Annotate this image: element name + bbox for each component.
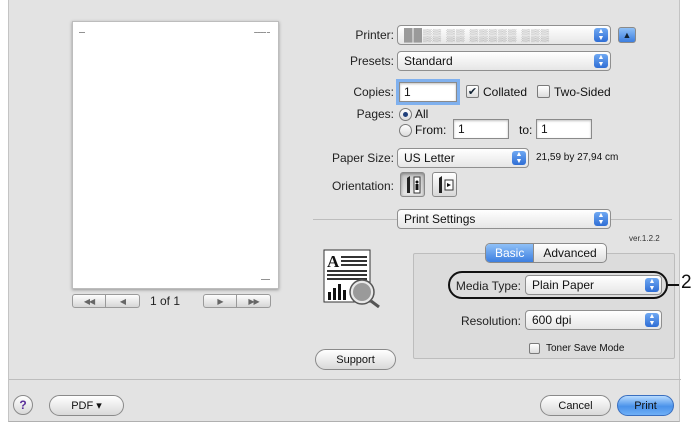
tab-advanced[interactable]: Advanced — [533, 244, 605, 262]
print-preview: ▬▬ ▬▬▬▬ ▬ ▬▬▬ — [72, 21, 279, 289]
last-page-button[interactable]: ▶▶ — [237, 294, 271, 308]
print-button[interactable]: Print — [617, 395, 674, 416]
pdf-menu-button[interactable]: PDF ▾ — [49, 395, 124, 416]
settings-tab-panel — [413, 253, 675, 359]
settings-tabs: Basic Advanced — [485, 243, 607, 263]
preview-nav-forward: ▶ ▶▶ — [203, 294, 271, 308]
svg-text:A: A — [327, 252, 340, 271]
expand-dialog-button[interactable]: ▲ — [618, 27, 636, 43]
resolution-popup[interactable]: 600 dpi ▲ ▼ — [525, 310, 662, 330]
first-page-button[interactable]: ◀◀ — [72, 294, 106, 308]
portrait-orientation-button[interactable] — [400, 172, 425, 197]
popup-arrows-icon: ▲ ▼ — [594, 212, 608, 226]
portrait-orientation-icon — [406, 175, 420, 193]
presets-popup[interactable]: Standard ▲ ▼ — [397, 51, 611, 71]
pages-all-label: All — [415, 107, 429, 121]
paper-size-popup[interactable]: US Letter ▲ ▼ — [397, 148, 529, 168]
pages-to-field[interactable]: 1 — [536, 119, 592, 139]
collated-label: Collated — [483, 85, 528, 99]
popup-arrows-icon: ▲ ▼ — [645, 313, 659, 327]
pages-all-radio[interactable] — [399, 108, 412, 121]
resolution-label: Resolution: — [460, 314, 521, 328]
presets-value: Standard — [404, 54, 453, 68]
resolution-value: 600 dpi — [532, 313, 572, 327]
callout-number: 2 — [681, 272, 692, 293]
footer-separator — [9, 379, 681, 380]
landscape-orientation-button[interactable] — [432, 172, 457, 197]
printer-name: ██▒▒ ▒▒ ▒▒▒▒▒ ▒▒▒ — [404, 28, 551, 42]
popup-arrows-icon: ▲ ▼ — [594, 28, 608, 42]
driver-version: ver.1.2.2 — [629, 234, 660, 243]
printer-label: Printer: — [355, 28, 394, 42]
landscape-orientation-icon — [438, 175, 453, 193]
popup-arrows-icon: ▲ ▼ — [594, 54, 608, 68]
paper-dimensions: 21,59 by 27,94 cm — [536, 152, 619, 163]
preview-header-right: ▬▬▬▬ ▬ — [254, 30, 270, 34]
copies-field[interactable]: 1 — [396, 79, 460, 105]
cancel-button[interactable]: Cancel — [540, 395, 611, 416]
popup-arrows-icon: ▲ ▼ — [512, 151, 526, 165]
paper-size-value: US Letter — [404, 151, 455, 165]
pages-from-field[interactable]: 1 — [453, 119, 509, 139]
pages-label: Pages: — [356, 107, 394, 121]
section-value: Print Settings — [404, 212, 476, 226]
printer-popup[interactable]: ██▒▒ ▒▒ ▒▒▒▒▒ ▒▒▒ ▲ ▼ — [397, 25, 611, 45]
presets-label: Presets: — [349, 54, 394, 68]
two-sided-label: Two-Sided — [554, 85, 611, 99]
two-sided-checkbox[interactable] — [537, 85, 550, 98]
previous-page-button[interactable]: ◀ — [106, 294, 140, 308]
orientation-label: Orientation: — [331, 179, 394, 193]
print-dialog: ▬▬ ▬▬▬▬ ▬ ▬▬▬ ◀◀ ◀ 1 of 1 ▶ ▶▶ Printer: … — [8, 0, 692, 422]
preview-footer: ▬▬▬ — [261, 277, 270, 281]
printer-quality-icon: A — [321, 248, 391, 309]
next-page-button[interactable]: ▶ — [203, 294, 237, 308]
tab-basic[interactable]: Basic — [486, 244, 534, 262]
pages-from-radio[interactable] — [399, 124, 412, 137]
help-icon[interactable]: ? — [13, 395, 33, 415]
pages-to-label: to: — [519, 123, 533, 137]
section-popup[interactable]: Print Settings ▲ ▼ — [397, 209, 611, 229]
toner-save-label: Toner Save Mode — [546, 343, 625, 354]
paper-size-label: Paper Size: — [331, 151, 394, 165]
callout-outline — [448, 271, 668, 299]
callout-leader — [668, 284, 679, 286]
preview-nav-back: ◀◀ ◀ — [72, 294, 140, 308]
collated-checkbox[interactable]: ✔ — [466, 85, 479, 98]
preview-header-left: ▬▬ — [79, 30, 85, 34]
page-count: 1 of 1 — [150, 294, 181, 308]
copies-label: Copies: — [353, 85, 394, 99]
toner-save-checkbox[interactable] — [529, 343, 540, 354]
pages-from-label: From: — [415, 123, 447, 137]
support-button[interactable]: Support — [315, 349, 396, 370]
